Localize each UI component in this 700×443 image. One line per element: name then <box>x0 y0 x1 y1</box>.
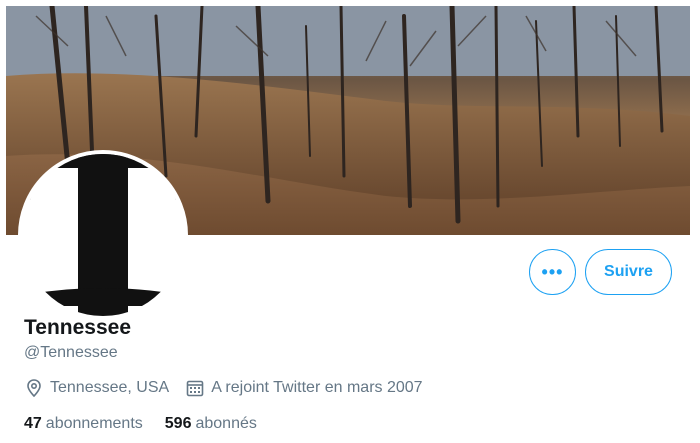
more-options-icon: ••• <box>541 261 564 282</box>
profile-location: Tennessee, USA <box>50 379 170 396</box>
avatar-letter-i-logo <box>22 154 184 316</box>
following-count: 47 <box>24 415 42 432</box>
profile-avatar[interactable] <box>18 150 188 320</box>
profile-name: Tennessee <box>24 316 131 339</box>
following-link[interactable]: 47 abonnements <box>24 415 143 433</box>
followers-count: 596 <box>164 415 192 432</box>
follow-button[interactable]: Suivre <box>585 249 672 295</box>
followers-link[interactable]: 596 abonnés <box>165 415 257 433</box>
following-label: abonnements <box>45 415 143 432</box>
profile-handle: @Tennessee <box>24 344 118 361</box>
profile-stats: 47 abonnements 596 abonnés <box>24 415 257 433</box>
profile-joined-date: A rejoint Twitter en mars 2007 <box>211 379 423 396</box>
more-options-button[interactable]: ••• <box>529 249 576 295</box>
location-pin-icon <box>24 378 44 398</box>
followers-label: abonnés <box>195 415 257 432</box>
profile-meta: Tennessee, USA A rejoint Twitter en mars… <box>24 377 423 399</box>
profile-page: ••• Suivre Tennessee @Tennessee Tennesse… <box>0 0 700 443</box>
calendar-icon <box>185 378 205 398</box>
